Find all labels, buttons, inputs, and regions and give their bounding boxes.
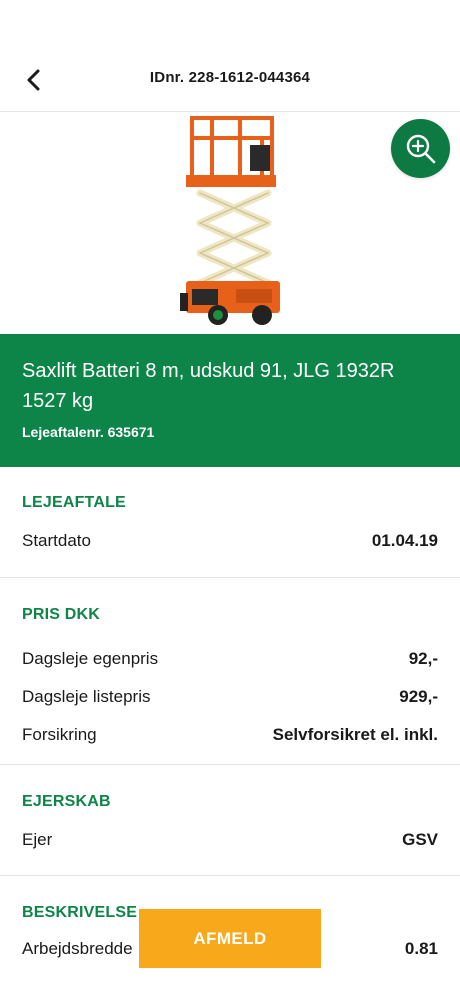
page-title: IDnr. 228-1612-044364 <box>149 69 311 86</box>
zoom-in-icon <box>406 134 435 163</box>
section-ejerskab: EJERSKAB Ejer GSV <box>0 789 460 876</box>
app-header: IDnr. 228-1612-044364 <box>0 0 460 112</box>
row-value: Selvforsikret el. inkl. <box>272 725 438 744</box>
section-heading: LEJEAFTALE <box>22 494 126 511</box>
agreement-number: Lejeaftalenr. 635671 <box>22 424 155 440</box>
afmeld-button[interactable]: AFMELD <box>139 909 321 968</box>
detail-row-egenpris: Dagsleje egenpris 92,- <box>22 640 438 678</box>
row-label: Arbejdsbredde <box>22 939 133 958</box>
detail-row-listepris: Dagsleje listepris 929,- <box>22 678 438 716</box>
row-value: GSV <box>402 830 438 849</box>
row-value: 0.81 <box>404 939 438 958</box>
row-label: Dagsleje listepris <box>22 687 151 706</box>
detail-row-forsikring: Forsikring Selvforsikret el. inkl. <box>22 716 438 754</box>
row-value: 929,- <box>399 687 438 706</box>
row-value: 01.04.19 <box>371 531 438 550</box>
detail-row-startdato: Startdato 01.04.19 <box>22 522 438 560</box>
row-label: Ejer <box>22 830 53 849</box>
detail-row-ejer: Ejer GSV <box>22 821 438 859</box>
zoom-button[interactable] <box>391 119 450 178</box>
row-label: Forsikring <box>22 725 97 744</box>
product-name: Saxlift Batteri 8 m, udskud 91, JLG 1932… <box>22 360 395 412</box>
row-label: Startdato <box>22 531 91 550</box>
row-label: Dagsleje egenpris <box>22 649 159 668</box>
section-heading: PRIS DKK <box>22 606 101 623</box>
product-banner: Saxlift Batteri 8 m, udskud 91, JLG 1932… <box>0 334 460 467</box>
section-heading: EJERSKAB <box>22 793 111 810</box>
section-lejeaftale: LEJEAFTALE Startdato 01.04.19 <box>0 490 460 578</box>
row-value: 92,- <box>408 649 438 668</box>
section-pris: PRIS DKK Dagsleje egenpris 92,- Dagsleje… <box>0 602 460 765</box>
